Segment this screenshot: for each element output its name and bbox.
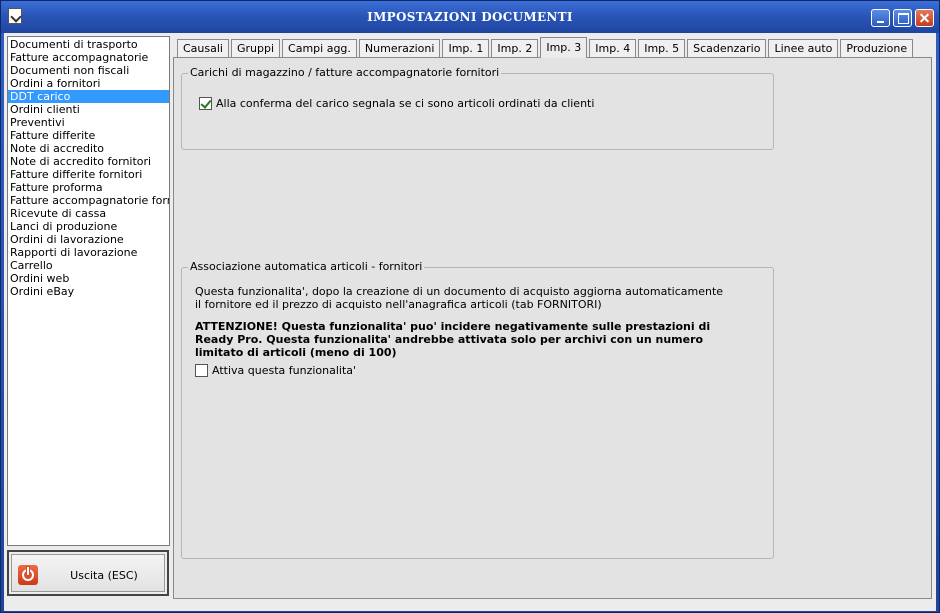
warning-line-1: ATTENZIONE! Questa funzionalita' puo' in… [195,320,711,333]
list-item[interactable]: Carrello [8,259,169,272]
list-item[interactable]: Documenti non fiscali [8,64,169,77]
exit-button-face[interactable]: Uscita (ESC) [11,554,165,592]
warning-line-2: Ready Pro. Questa funzionalita' andrebbe… [195,333,704,346]
tab-scadenzario[interactable]: Scadenzario [687,39,767,58]
list-item-selected[interactable]: DDT carico [8,90,169,103]
minimize-button[interactable] [871,9,890,27]
enable-feature-label: Attiva questa funzionalita' [212,364,357,377]
tab-linee-auto[interactable]: Linee auto [768,39,839,58]
list-item[interactable]: Ordini clienti [8,103,169,116]
tab-panel-imp-3: Carichi di magazzino / fatture accompagn… [173,57,932,599]
window-client-area: Documenti di trasporto Fatture accompagn… [4,33,936,611]
close-button[interactable] [915,9,934,27]
list-item[interactable]: Ordini web [8,272,169,285]
list-item[interactable]: Ricevute di cassa [8,207,169,220]
list-item[interactable]: Rapporti di lavorazione [8,246,169,259]
list-item[interactable]: Note di accredito [8,142,169,155]
settings-window: IMPOSTAZIONI DOCUMENTI Documenti di tras… [0,0,940,613]
description-line-1: Questa funzionalita', dopo la creazione … [195,285,724,298]
enable-feature-option[interactable]: Attiva questa funzionalita' [195,364,356,377]
warning-line-3: limitato di articoli (meno di 100) [195,346,397,359]
group-associazione: Associazione automatica articoli - forni… [181,260,774,559]
exit-button[interactable]: Uscita (ESC) [7,550,169,596]
list-item[interactable]: Preventivi [8,116,169,129]
settings-tabs: Causali Gruppi Campi agg. Numerazioni Im… [173,33,932,599]
power-icon [18,565,38,585]
list-item[interactable]: Fatture accompagnatorie fornitori [8,194,169,207]
signal-ordered-items-option[interactable]: Alla conferma del carico segnala se ci s… [199,97,594,110]
tab-campi-agg[interactable]: Campi agg. [282,39,357,58]
list-item[interactable]: Lanci di produzione [8,220,169,233]
window-title: IMPOSTAZIONI DOCUMENTI [367,10,573,24]
list-item[interactable]: Fatture proforma [8,181,169,194]
list-item[interactable]: Note di accredito fornitori [8,155,169,168]
group-carichi: Carichi di magazzino / fatture accompagn… [181,66,774,150]
tab-imp-2[interactable]: Imp. 2 [491,39,539,58]
document-type-list[interactable]: Documenti di trasporto Fatture accompagn… [7,36,170,546]
tab-numerazioni[interactable]: Numerazioni [358,39,441,58]
tab-imp-4[interactable]: Imp. 4 [589,39,637,58]
tab-imp-5[interactable]: Imp. 5 [638,39,686,58]
list-item[interactable]: Ordini di lavorazione [8,233,169,246]
title-bar[interactable]: IMPOSTAZIONI DOCUMENTI [1,1,939,33]
list-item[interactable]: Ordini eBay [8,285,169,298]
group-carichi-title: Carichi di magazzino / fatture accompagn… [188,66,502,79]
list-item[interactable]: Documenti di trasporto [8,38,169,51]
exit-button-label: Uscita (ESC) [70,569,138,582]
power-icon-bar [27,567,29,575]
signal-ordered-items-checkbox[interactable] [199,97,212,110]
tab-produzione[interactable]: Produzione [840,39,914,58]
list-item[interactable]: Fatture accompagnatorie [8,51,169,64]
signal-ordered-items-label: Alla conferma del carico segnala se ci s… [216,97,595,110]
maximize-button[interactable] [893,9,912,27]
list-item[interactable]: Fatture differite [8,129,169,142]
tab-causali[interactable]: Causali [177,39,229,58]
tab-imp-3[interactable]: Imp. 3 [540,37,588,58]
list-item[interactable]: Fatture differite fornitori [8,168,169,181]
tab-imp-1[interactable]: Imp. 1 [442,39,490,58]
enable-feature-checkbox[interactable] [195,364,208,377]
tab-gruppi[interactable]: Gruppi [230,39,281,58]
list-item[interactable]: Ordini a fornitori [8,77,169,90]
tab-strip: Causali Gruppi Campi agg. Numerazioni Im… [177,37,915,58]
description-line-2: il fornitore ed il prezzo di acquisto ne… [195,298,602,311]
group-associazione-title: Associazione automatica articoli - forni… [188,260,425,273]
